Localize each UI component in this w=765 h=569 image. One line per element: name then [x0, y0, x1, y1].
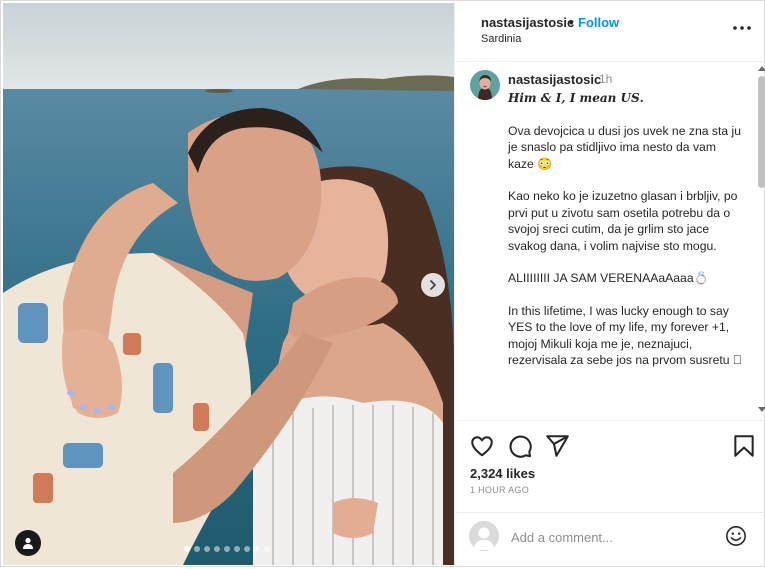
comment-button[interactable]	[507, 433, 533, 459]
carousel-dot	[214, 546, 220, 552]
caption-paragraph: In this lifetime, I was lucky enough to …	[508, 303, 743, 368]
header-separator: •	[569, 15, 574, 30]
caption-author[interactable]: nastasijastosic	[508, 72, 601, 87]
caption-paragraph: ALIIIIIIII JA SAM VERENAAaAaaa💍	[508, 271, 709, 285]
share-button[interactable]	[544, 433, 570, 459]
likes-count[interactable]: 2,324 likes	[470, 466, 535, 481]
comment-icon	[509, 435, 532, 458]
bookmark-icon	[734, 435, 754, 457]
scrollbar-thumb[interactable]	[758, 76, 765, 188]
caption-time[interactable]: 1h	[599, 72, 612, 86]
add-comment-bar	[455, 512, 765, 569]
header-username[interactable]: nastasijastosic	[481, 15, 574, 30]
author-avatar[interactable]	[470, 70, 500, 100]
caption-paragraph: Kao neko ko je izuzetno glasan i brbljiv…	[508, 189, 738, 253]
carousel-dot	[264, 546, 270, 552]
location-link[interactable]: Sardinia	[481, 33, 521, 45]
more-options-button[interactable]	[731, 17, 753, 39]
more-options-icon	[733, 26, 751, 30]
tag-people-icon	[23, 537, 33, 549]
post-header: nastasijastosic • Follow Sardinia	[455, 1, 765, 62]
carousel-dot	[194, 546, 200, 552]
emoji-button[interactable]	[725, 525, 747, 547]
save-button[interactable]	[731, 433, 757, 459]
emoji-icon	[726, 526, 746, 546]
caption-scrollbar[interactable]	[757, 62, 765, 419]
photo-illustration	[3, 3, 454, 565]
carousel-dot	[244, 546, 250, 552]
post-side-panel: nastasijastosic • Follow Sardinia nastas…	[454, 1, 765, 568]
carousel-dot	[254, 546, 260, 552]
carousel-dot	[224, 546, 230, 552]
post-modal: nastasijastosic • Follow Sardinia nastas…	[0, 0, 765, 568]
caption-paragraph: Ova devojcica u dusi jos uvek ne zna sta…	[508, 123, 742, 171]
scroll-up-arrow-icon[interactable]	[758, 66, 765, 71]
follow-button[interactable]: Follow	[578, 15, 619, 30]
user-avatar	[469, 521, 499, 551]
scroll-down-arrow-icon[interactable]	[758, 407, 765, 412]
next-arrow-icon	[430, 280, 436, 290]
caption-lead: 𝑯𝒊𝒎 & 𝑰, 𝑰 𝒎𝒆𝒂𝒏 𝑼𝑺.	[508, 91, 644, 105]
heart-icon	[471, 436, 493, 457]
carousel-indicators	[184, 546, 270, 552]
carousel-dot	[204, 546, 210, 552]
next-photo-button[interactable]	[421, 273, 445, 297]
tagged-people-button[interactable]	[15, 530, 41, 556]
share-icon	[546, 435, 569, 457]
default-avatar-icon	[469, 521, 499, 551]
like-button[interactable]	[469, 433, 495, 459]
post-photo[interactable]	[3, 3, 454, 565]
post-timestamp[interactable]: 1 HOUR AGO	[470, 485, 529, 495]
action-bar: 2,324 likes 1 HOUR AGO	[455, 420, 765, 513]
caption-text: 𝑯𝒊𝒎 & 𝑰, 𝑰 𝒎𝒆𝒂𝒏 𝑼𝑺. Ova devojcica u dusi…	[508, 90, 744, 385]
avatar-image	[470, 70, 500, 100]
carousel-dot	[234, 546, 240, 552]
carousel-dot	[184, 546, 190, 552]
comment-input[interactable]	[511, 527, 711, 547]
caption-area: nastasijastosic 1h 𝑯𝒊𝒎 & 𝑰, 𝑰 𝒎𝒆𝒂𝒏 𝑼𝑺. O…	[455, 62, 755, 419]
